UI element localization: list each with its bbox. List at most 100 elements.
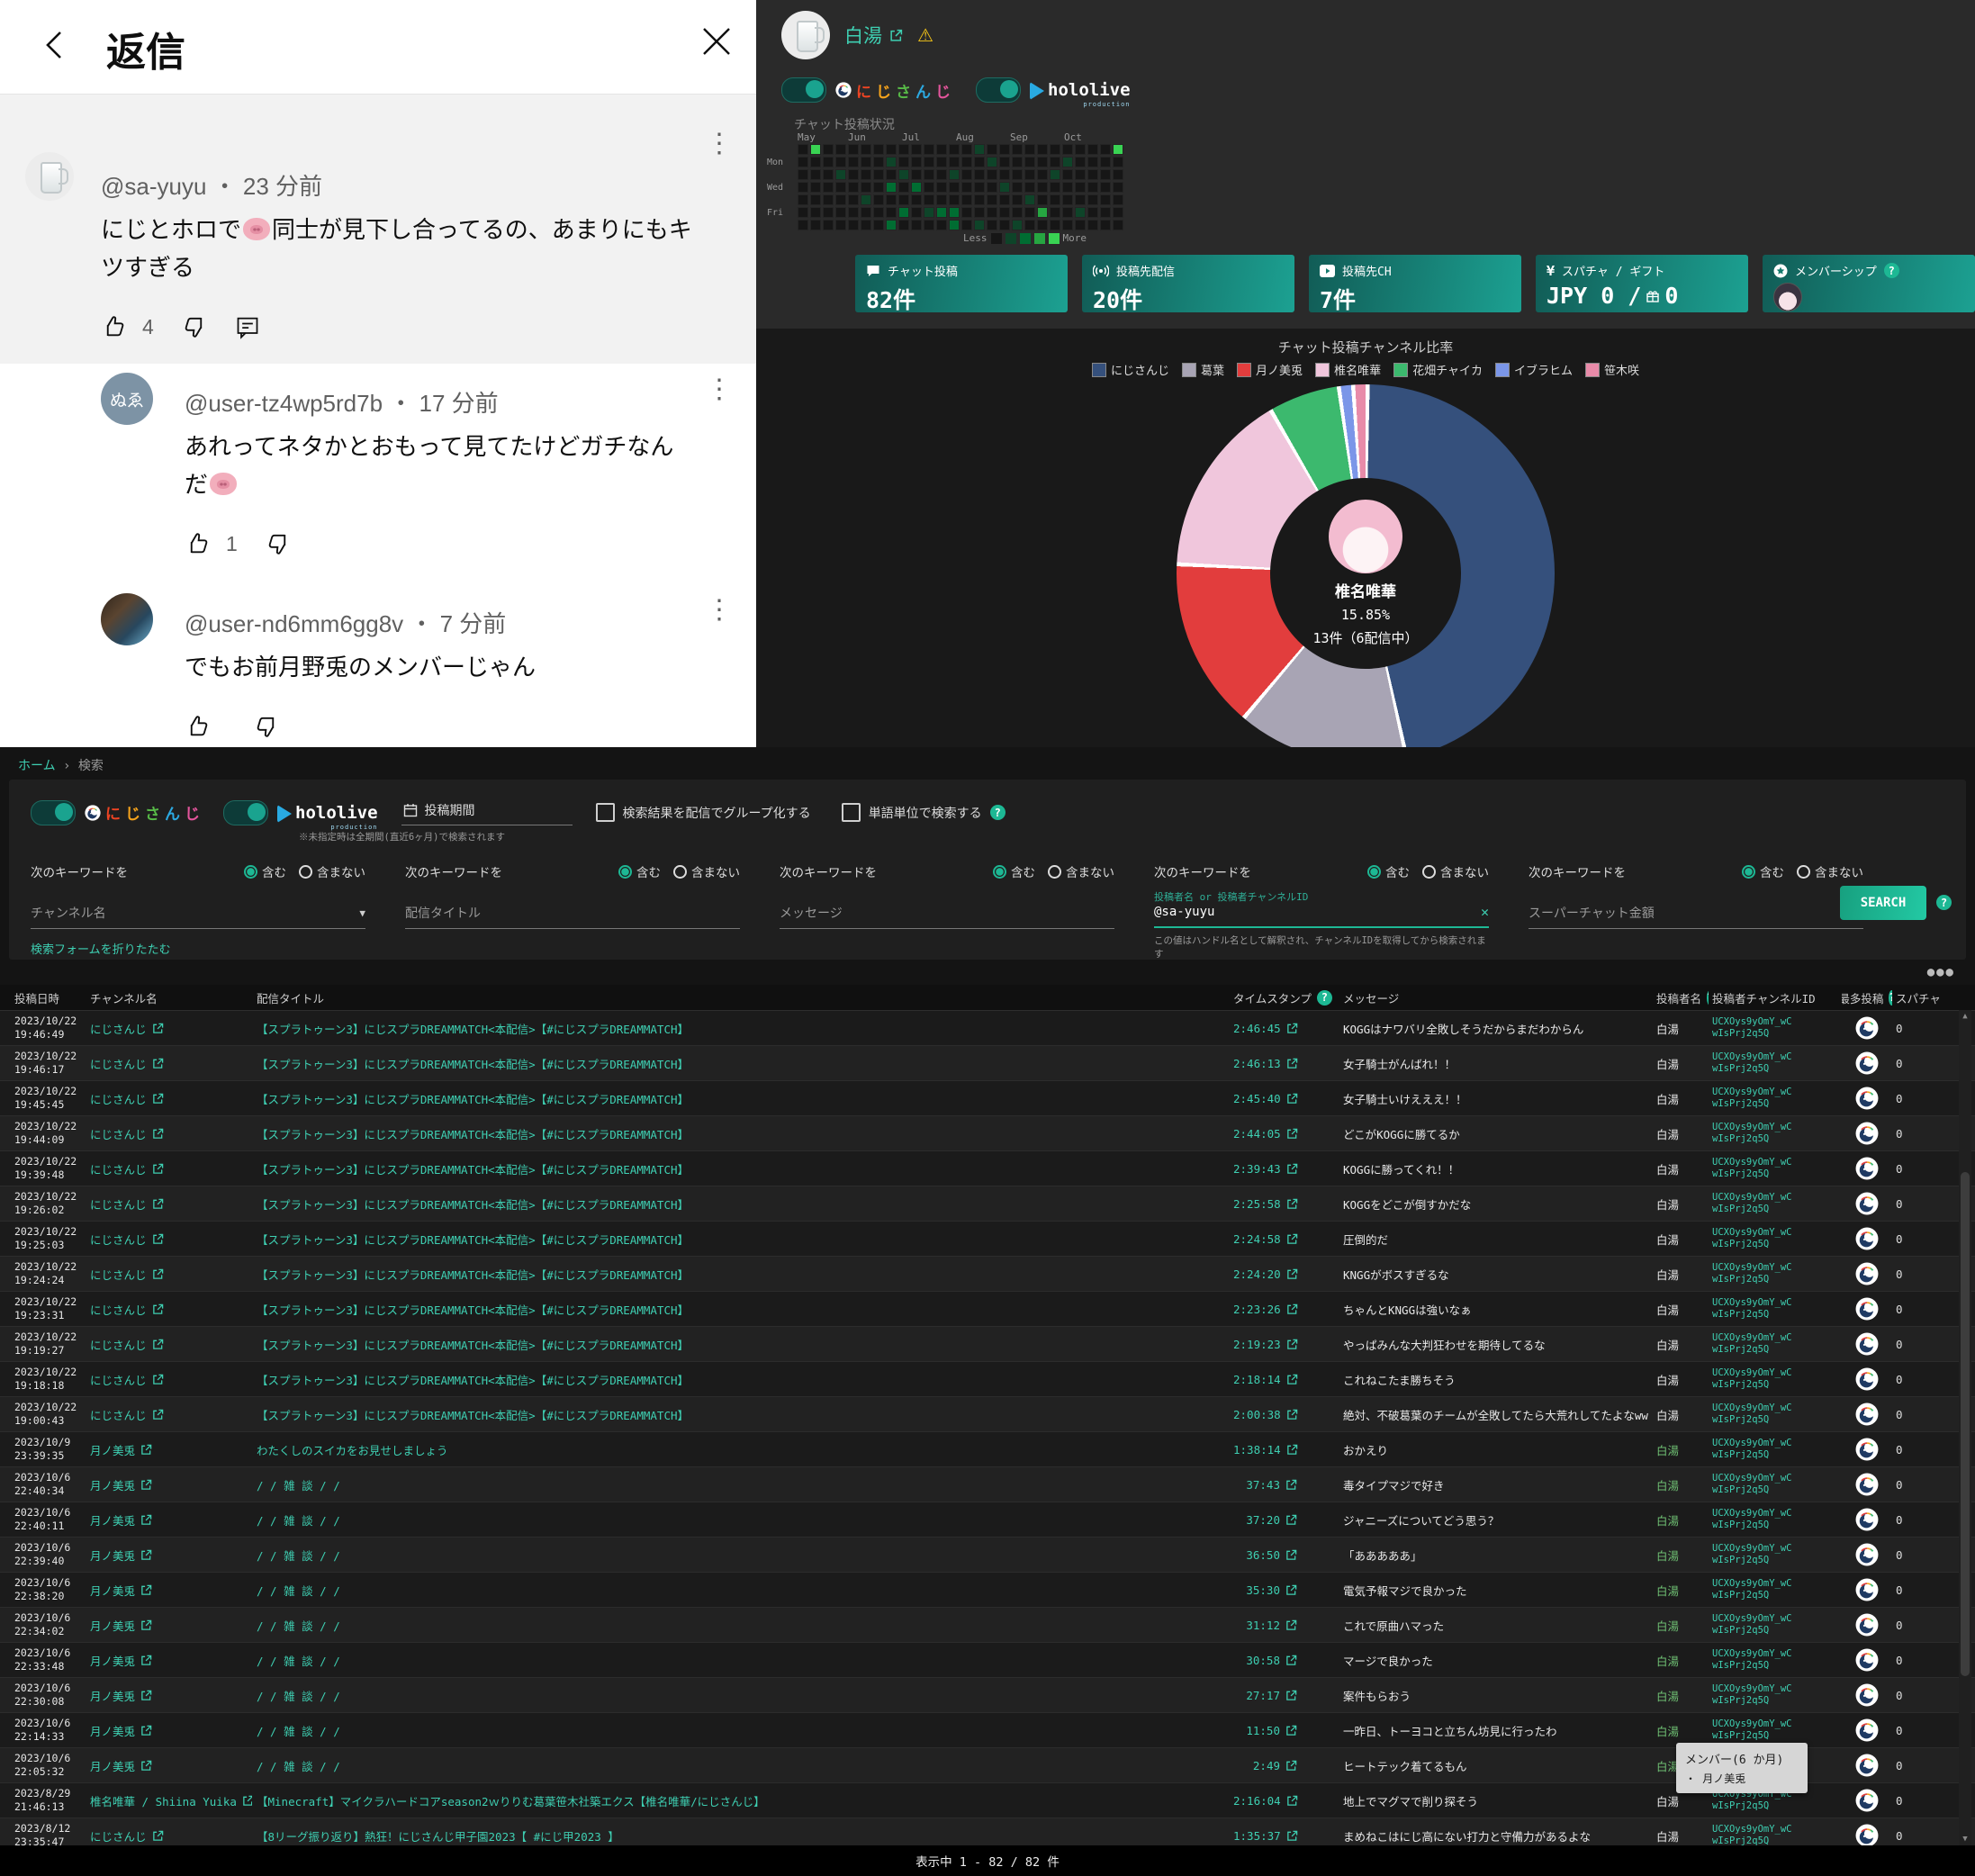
radio-exclude[interactable]: 含まない	[1797, 862, 1863, 880]
poster-name[interactable]: 白湯	[1656, 1020, 1679, 1037]
heatmap-cell[interactable]	[835, 144, 846, 155]
top-posted-channel-badge[interactable]	[1855, 1402, 1879, 1426]
top-posted-channel-badge[interactable]	[1855, 1227, 1879, 1250]
heatmap-cell[interactable]	[911, 182, 922, 193]
dislike-icon[interactable]	[265, 530, 292, 557]
poster-channel-id[interactable]: UCXOys9yOmY_wCwIsPrj2q5Q	[1712, 1087, 1792, 1110]
stat-card[interactable]: ¥スパチャ / ギフト JPY 0 /0	[1536, 255, 1748, 312]
table-row[interactable]: 2023/10/622:30:08 月ノ美兎 / / 雑 談 / / 27:17…	[0, 1678, 1975, 1713]
heatmap-cell[interactable]	[861, 194, 871, 205]
heatmap-cell[interactable]	[974, 157, 985, 167]
heatmap-cell[interactable]	[798, 169, 808, 180]
heatmap-cell[interactable]	[1012, 220, 1023, 230]
heatmap-cell[interactable]	[1113, 207, 1123, 218]
scroll-down-icon[interactable]: ▼	[1959, 1833, 1971, 1845]
feedback-icon[interactable]	[235, 314, 260, 339]
timestamp-link[interactable]: 2:00:38	[1233, 1397, 1332, 1431]
poster-channel-id[interactable]: UCXOys9yOmY_wCwIsPrj2q5Q	[1712, 1543, 1792, 1566]
heatmap-cell[interactable]	[961, 144, 972, 155]
heatmap-cell[interactable]	[949, 207, 960, 218]
heatmap-cell[interactable]	[1113, 194, 1123, 205]
col-header-top-poster[interactable]: 最多投稿 ?	[1842, 985, 1892, 1010]
legend-item[interactable]: 椎名唯華	[1315, 361, 1381, 378]
radio-exclude[interactable]: 含まない	[299, 862, 365, 880]
col-header-channel[interactable]: チャンネル名	[90, 985, 252, 1010]
channel-link[interactable]: にじさんじ	[90, 1055, 164, 1072]
poster-name[interactable]: 白湯	[1656, 1617, 1679, 1634]
heatmap-cell[interactable]	[1050, 207, 1060, 218]
channel-link[interactable]: 月ノ美兎	[90, 1511, 152, 1529]
timestamp-link[interactable]: 2:16:04	[1233, 1783, 1332, 1817]
heatmap-cell[interactable]	[1075, 157, 1086, 167]
top-posted-channel-badge[interactable]	[1855, 1192, 1879, 1215]
heatmap-cell[interactable]	[1050, 182, 1060, 193]
stat-card[interactable]: 投稿先CH 7件	[1309, 255, 1521, 312]
heatmap-cell[interactable]	[861, 220, 871, 230]
poster-channel-id[interactable]: UCXOys9yOmY_wCwIsPrj2q5Q	[1712, 1613, 1792, 1637]
timestamp-link[interactable]: 2:44:05	[1233, 1116, 1332, 1150]
avatar[interactable]	[101, 593, 153, 645]
heatmap-cell[interactable]	[873, 182, 884, 193]
channel-link[interactable]: 月ノ美兎	[90, 1722, 152, 1739]
heatmap-cell[interactable]	[974, 207, 985, 218]
heatmap-cell[interactable]	[1024, 169, 1035, 180]
table-row[interactable]: 2023/10/2219:25:03 にじさんじ 【スプラトゥーン3】にじスプラ…	[0, 1222, 1975, 1257]
radio-exclude[interactable]: 含まない	[1048, 862, 1114, 880]
heatmap-cell[interactable]	[1087, 144, 1098, 155]
heatmap-cell[interactable]	[861, 207, 871, 218]
col-header-posted-at[interactable]: 投稿日時	[14, 985, 86, 1010]
heatmap-cell[interactable]	[848, 182, 859, 193]
timestamp-link[interactable]: 30:58	[1233, 1643, 1332, 1677]
checkbox-icon[interactable]	[842, 803, 861, 822]
search-button[interactable]: SEARCH	[1840, 886, 1926, 920]
heatmap-cell[interactable]	[835, 220, 846, 230]
heatmap-cell[interactable]	[886, 207, 897, 218]
heatmap-cell[interactable]	[987, 220, 997, 230]
poster-name[interactable]: 白湯	[1656, 1511, 1679, 1529]
heatmap-cell[interactable]	[798, 182, 808, 193]
heatmap-cell[interactable]	[823, 194, 834, 205]
channel-link[interactable]: にじさんじ	[90, 1301, 164, 1318]
avatar[interactable]: ぬゑ	[101, 373, 153, 425]
heatmap-cell[interactable]	[987, 157, 997, 167]
keyword-field[interactable]: スーパーチャット金額	[1529, 904, 1863, 929]
heatmap-cell[interactable]	[987, 182, 997, 193]
heatmap-cell[interactable]	[911, 169, 922, 180]
channel-link[interactable]: 月ノ美兎	[90, 1547, 152, 1564]
heatmap-cell[interactable]	[1062, 220, 1073, 230]
heatmap-cell[interactable]	[848, 169, 859, 180]
date-range-field[interactable]: 投稿期間	[401, 799, 573, 825]
help-icon[interactable]: ?	[1707, 990, 1709, 1006]
top-posted-channel-badge[interactable]	[1855, 1543, 1879, 1566]
heatmap-cell[interactable]	[1012, 207, 1023, 218]
timestamp-link[interactable]: 2:24:20	[1233, 1257, 1332, 1291]
heatmap-cell[interactable]	[1100, 182, 1111, 193]
heatmap-cell[interactable]	[974, 194, 985, 205]
table-row[interactable]: 2023/10/2219:26:02 にじさんじ 【スプラトゥーン3】にじスプラ…	[0, 1186, 1975, 1222]
heatmap-cell[interactable]	[898, 169, 909, 180]
heatmap-cell[interactable]	[798, 220, 808, 230]
heatmap-cell[interactable]	[936, 207, 947, 218]
heatmap-cell[interactable]	[911, 220, 922, 230]
legend-item[interactable]: にじさんじ	[1092, 361, 1169, 378]
heatmap-cell[interactable]	[810, 144, 821, 155]
table-row[interactable]: 2023/10/2219:18:18 にじさんじ 【スプラトゥーン3】にじスプラ…	[0, 1362, 1975, 1397]
poster-channel-id[interactable]: UCXOys9yOmY_wCwIsPrj2q5Q	[1712, 1508, 1792, 1531]
donut-chart[interactable]: 椎名唯華 15.85% 13件（6配信中）	[1177, 384, 1555, 762]
heatmap-cell[interactable]	[911, 157, 922, 167]
heatmap-cell[interactable]	[1087, 169, 1098, 180]
back-icon[interactable]	[36, 25, 76, 65]
clear-icon[interactable]: ✕	[1481, 904, 1489, 920]
poster-name[interactable]: 白湯	[1656, 1125, 1679, 1142]
table-row[interactable]: 2023/10/2219:19:27 にじさんじ 【スプラトゥーン3】にじスプラ…	[0, 1327, 1975, 1362]
heatmap-cell[interactable]	[886, 157, 897, 167]
heatmap-cell[interactable]	[949, 220, 960, 230]
table-row[interactable]: 2023/10/2219:44:09 にじさんじ 【スプラトゥーン3】にじスプラ…	[0, 1116, 1975, 1151]
col-header-title[interactable]: 配信タイトル	[257, 985, 1229, 1010]
heatmap-cell[interactable]	[898, 220, 909, 230]
channel-link[interactable]: にじさんじ	[90, 1266, 164, 1283]
heatmap-cell[interactable]	[1050, 194, 1060, 205]
table-row[interactable]: 2023/10/622:34:02 月ノ美兎 / / 雑 談 / / 31:12…	[0, 1608, 1975, 1643]
timestamp-link[interactable]: 1:38:14	[1233, 1432, 1332, 1466]
table-row[interactable]: 2023/10/622:40:11 月ノ美兎 / / 雑 談 / / 37:20…	[0, 1502, 1975, 1538]
